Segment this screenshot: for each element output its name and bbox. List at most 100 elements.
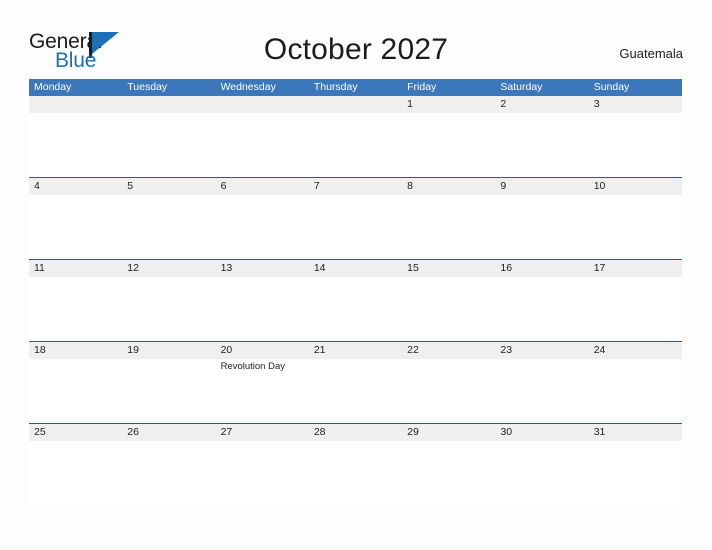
event-band [29, 195, 682, 259]
day-cell-23[interactable] [495, 359, 588, 423]
day-number-26[interactable]: 26 [122, 424, 215, 441]
country-label: Guatemala [619, 46, 683, 61]
day-number-25[interactable]: 25 [29, 424, 122, 441]
day-cell-1[interactable] [402, 113, 495, 177]
day-number-12[interactable]: 12 [122, 260, 215, 277]
event-label: Revolution Day [220, 361, 285, 372]
day-number-24[interactable]: 24 [589, 342, 682, 359]
day-cell-17[interactable] [589, 277, 682, 341]
day-number-empty [29, 96, 122, 113]
page-title: October 2027 [263, 33, 449, 66]
day-number-6[interactable]: 6 [216, 178, 309, 195]
weekday-header-thursday: Thursday [313, 81, 358, 93]
day-cell-11[interactable] [29, 277, 122, 341]
weekday-header-row: Monday Tuesday Wednesday Thursday Friday Satu… [29, 79, 682, 96]
event-band: Revolution Day [29, 359, 682, 423]
day-number-8[interactable]: 8 [402, 178, 495, 195]
day-cell-27[interactable] [216, 441, 309, 505]
day-number-10[interactable]: 10 [589, 178, 682, 195]
weekday-header-tuesday: Tuesday [127, 81, 168, 93]
day-number-13[interactable]: 13 [216, 260, 309, 277]
date-number-band: 18 19 20 21 22 23 24 [29, 342, 682, 359]
day-number-empty [216, 96, 309, 113]
day-number-27[interactable]: 27 [216, 424, 309, 441]
calendar-week-row: 11 12 13 14 15 16 17 [29, 259, 682, 341]
calendar-page: General Blue October 2027 Guatemala Mond… [0, 0, 712, 550]
calendar-week-row: 25 26 27 28 29 30 31 [29, 423, 682, 505]
day-number-23[interactable]: 23 [495, 342, 588, 359]
day-cell-5[interactable] [122, 195, 215, 259]
weekday-header-monday: Monday [34, 81, 72, 93]
date-number-band: 25 26 27 28 29 30 31 [29, 424, 682, 441]
day-number-21[interactable]: 21 [309, 342, 402, 359]
day-cell-18[interactable] [29, 359, 122, 423]
day-number-15[interactable]: 15 [402, 260, 495, 277]
event-band [29, 441, 682, 505]
day-cell-9[interactable] [495, 195, 588, 259]
day-number-2[interactable]: 2 [495, 96, 588, 113]
day-number-28[interactable]: 28 [309, 424, 402, 441]
day-cell-29[interactable] [402, 441, 495, 505]
day-cell-2[interactable] [495, 113, 588, 177]
day-number-11[interactable]: 11 [29, 260, 122, 277]
day-cell-30[interactable] [495, 441, 588, 505]
day-cell-3[interactable] [589, 113, 682, 177]
event-band [29, 113, 682, 177]
day-number-empty [309, 96, 402, 113]
day-cell-25[interactable] [29, 441, 122, 505]
day-cell-16[interactable] [495, 277, 588, 341]
calendar-weeks: 1 2 3 4 5 6 7 8 9 10 11 12 13 14 15 16 17 18 19 20 21 22 23 24 R… [29, 96, 682, 505]
day-number-16[interactable]: 16 [495, 260, 588, 277]
day-cell-10[interactable] [589, 195, 682, 259]
day-number-14[interactable]: 14 [309, 260, 402, 277]
day-cell-26[interactable] [122, 441, 215, 505]
day-cell-15[interactable] [402, 277, 495, 341]
day-number-5[interactable]: 5 [122, 178, 215, 195]
day-cell-28[interactable] [309, 441, 402, 505]
page-header: General Blue October 2027 Guatemala [0, 0, 712, 78]
day-cell-empty [122, 113, 215, 177]
weekday-header-friday: Friday [407, 81, 437, 93]
day-cell-20[interactable]: Revolution Day [216, 359, 309, 423]
day-cell-4[interactable] [29, 195, 122, 259]
weekday-header-sunday: Sunday [593, 81, 630, 93]
day-cell-24[interactable] [589, 359, 682, 423]
weekday-header-saturday: Saturday [500, 81, 543, 93]
calendar-week-row: 4 5 6 7 8 9 10 [29, 177, 682, 259]
day-number-1[interactable]: 1 [402, 96, 495, 113]
day-cell-6[interactable] [216, 195, 309, 259]
day-number-19[interactable]: 19 [122, 342, 215, 359]
day-number-empty [122, 96, 215, 113]
day-number-9[interactable]: 9 [495, 178, 588, 195]
day-cell-empty [309, 113, 402, 177]
weekday-header-wednesday: Wednesday [220, 81, 276, 93]
day-cell-22[interactable] [402, 359, 495, 423]
day-cell-7[interactable] [309, 195, 402, 259]
day-number-3[interactable]: 3 [589, 96, 682, 113]
day-number-30[interactable]: 30 [495, 424, 588, 441]
date-number-band: 11 12 13 14 15 16 17 [29, 260, 682, 277]
day-cell-31[interactable] [589, 441, 682, 505]
calendar-grid: Monday Tuesday Wednesday Thursday Friday Satu… [29, 79, 682, 505]
day-number-31[interactable]: 31 [589, 424, 682, 441]
day-number-4[interactable]: 4 [29, 178, 122, 195]
day-number-7[interactable]: 7 [309, 178, 402, 195]
calendar-week-row: 123 [29, 96, 682, 177]
day-number-20[interactable]: 20 [216, 342, 309, 359]
day-cell-14[interactable] [309, 277, 402, 341]
day-number-18[interactable]: 18 [29, 342, 122, 359]
day-cell-12[interactable] [122, 277, 215, 341]
day-number-17[interactable]: 17 [589, 260, 682, 277]
event-band [29, 277, 682, 341]
day-cell-19[interactable] [122, 359, 215, 423]
day-cell-empty [29, 113, 122, 177]
day-cell-21[interactable] [309, 359, 402, 423]
day-number-22[interactable]: 22 [402, 342, 495, 359]
day-cell-empty [216, 113, 309, 177]
date-number-band: 123 [29, 96, 682, 113]
date-number-band: 4 5 6 7 8 9 10 [29, 178, 682, 195]
calendar-week-row: 18 19 20 21 22 23 24 Revolution Day [29, 341, 682, 423]
day-cell-8[interactable] [402, 195, 495, 259]
day-number-29[interactable]: 29 [402, 424, 495, 441]
day-cell-13[interactable] [216, 277, 309, 341]
